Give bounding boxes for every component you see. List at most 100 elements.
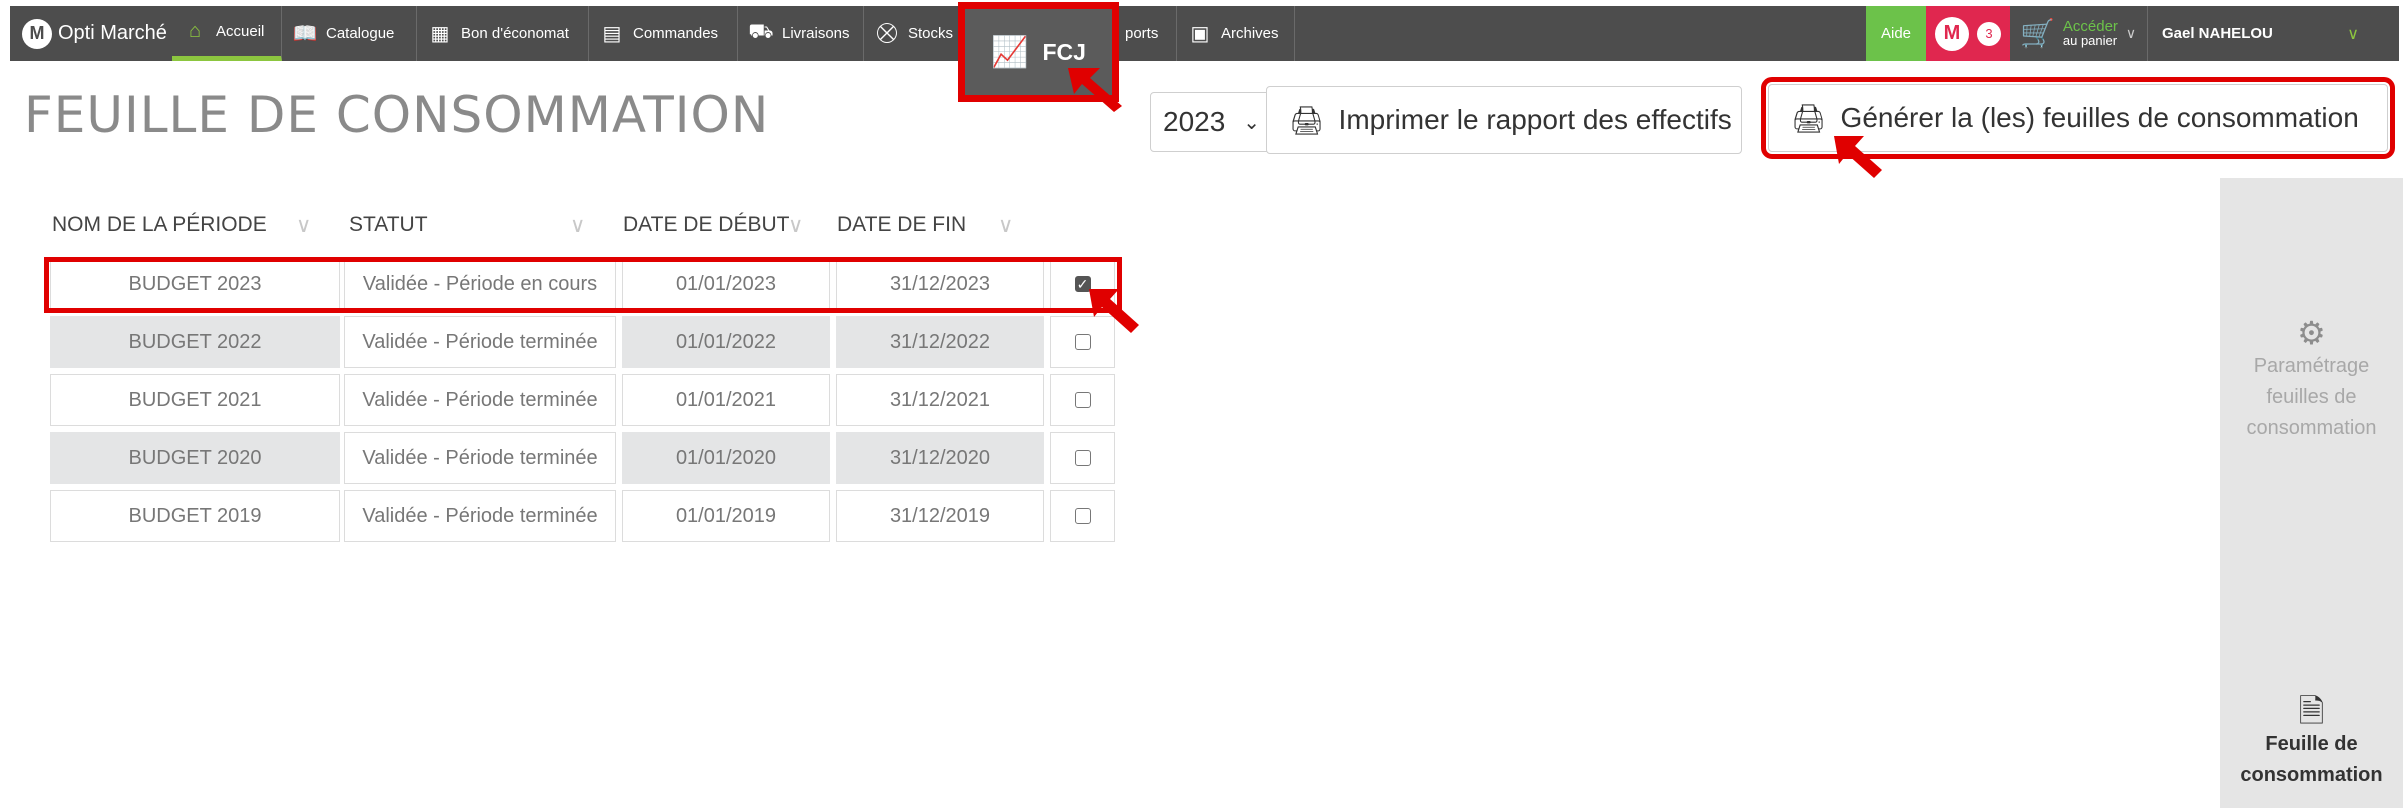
row-checkbox[interactable] (1074, 334, 1091, 350)
feuille-label-line1: Feuille de (2265, 733, 2358, 755)
row-checkbox[interactable] (1074, 508, 1091, 524)
nav-item-livraisons[interactable]: ⛟ Livraisons (738, 6, 864, 61)
chevron-down-icon: ∨ (2347, 25, 2359, 43)
column-header-label: DATE DE FIN (837, 213, 967, 236)
sort-icon[interactable]: ∨ (570, 210, 585, 240)
column-header-end-date[interactable]: DATE DE FIN (837, 210, 966, 240)
table-row[interactable]: BUDGET 2020 Validée - Période terminée 0… (50, 432, 1115, 484)
row-checkbox[interactable] (1074, 450, 1091, 466)
page-title: FEUILLE DE CONSOMMATION (24, 86, 770, 144)
row-checkbox[interactable] (1074, 392, 1091, 408)
right-side-panel: ⚙ Paramétrage feuilles de consommation 🗎… (2220, 178, 2403, 808)
opti-marche-logo-icon: M (22, 18, 52, 49)
start-date-cell: 01/01/2023 (622, 258, 830, 310)
row-select-cell (1050, 490, 1115, 542)
annotation-arrow-icon (1834, 136, 1882, 178)
nav-item-catalogue[interactable]: 📖 Catalogue (282, 6, 417, 61)
annotation-arrow-icon (1068, 68, 1122, 112)
end-date-cell: 31/12/2023 (836, 258, 1044, 310)
nav-item-label: Archives (1221, 25, 1279, 42)
cart-label-line2: au panier (2062, 32, 2118, 48)
home-icon: ⌂ (188, 19, 202, 42)
cabinet-icon: ▦ (430, 23, 450, 45)
nav-item-commandes[interactable]: ▤ Commandes (589, 6, 738, 61)
chart-document-icon: 📈 (991, 35, 1029, 69)
sort-icon[interactable]: ∨ (788, 210, 803, 240)
column-header-start-date[interactable]: DATE DE DÉBUT (623, 210, 789, 240)
period-name-cell: BUDGET 2022 (50, 316, 340, 368)
table-row[interactable]: BUDGET 2021 Validée - Période terminée 0… (50, 374, 1115, 426)
notification-logo-icon: M (1935, 16, 1969, 51)
settings-label-line1: Paramétrage (2253, 355, 2370, 377)
table-row[interactable]: BUDGET 2019 Validée - Période terminée 0… (50, 490, 1115, 542)
year-select[interactable]: 2023 ⌄ (1150, 92, 1272, 152)
status-cell: Validée - Période terminée (344, 316, 616, 368)
sort-icon[interactable]: ∨ (296, 210, 311, 240)
status-cell: Validée - Période terminée (344, 374, 616, 426)
period-name-cell: BUDGET 2019 (50, 490, 340, 542)
book-icon: 📖 (292, 23, 318, 45)
notifications-button[interactable]: M 3 (1926, 6, 2010, 61)
period-name-cell: BUDGET 2020 (50, 432, 340, 484)
user-name: Gael NAHELOU (2162, 25, 2273, 42)
user-menu[interactable]: Gael NAHELOU ∨ (2147, 6, 2399, 61)
year-selected-value: 2023 (1163, 106, 1226, 137)
help-button[interactable]: Aide (1866, 6, 1926, 61)
settings-label-line2: feuilles de (2266, 386, 2357, 408)
nav-item-label: Catalogue (326, 25, 395, 42)
column-header-label: DATE DE DÉBUT (623, 213, 790, 236)
forklift-icon: ⛒ (876, 22, 898, 44)
column-header-period-name[interactable]: NOM DE LA PÉRIODE (52, 210, 267, 240)
period-name-cell: BUDGET 2023 (50, 258, 340, 310)
start-date-cell: 01/01/2022 (622, 316, 830, 368)
settings-label-line3: consommation (2246, 417, 2377, 439)
nav-item-label: Livraisons (782, 25, 850, 42)
start-date-cell: 01/01/2019 (622, 490, 830, 542)
notification-count-badge: 3 (1977, 21, 2001, 46)
consumption-sheet-link[interactable]: 🗎 Feuille de consommation (2220, 693, 2403, 791)
nav-item-label: Bon d'économat (461, 25, 569, 42)
nav-item-archives[interactable]: ▣ Archives (1177, 6, 1295, 61)
chevron-down-icon: ∨ (2125, 25, 2137, 41)
start-date-cell: 01/01/2021 (622, 374, 830, 426)
nav-item-accueil[interactable]: ⌂ Accueil (172, 6, 282, 61)
nav-item-label: ports (1125, 25, 1159, 42)
column-header-status[interactable]: STATUT (349, 210, 428, 240)
brand-logo[interactable]: M Opti Marché (10, 6, 172, 61)
sort-icon[interactable]: ∨ (998, 210, 1013, 240)
table-row[interactable]: BUDGET 2023 Validée - Période en cours 0… (50, 258, 1115, 310)
table-row[interactable]: BUDGET 2022 Validée - Période terminée 0… (50, 316, 1115, 368)
annotation-arrow-icon (1089, 289, 1139, 333)
printer-icon: 🖨 (1289, 104, 1325, 136)
end-date-cell: 31/12/2019 (836, 490, 1044, 542)
nav-item-rapports[interactable]: ports (1115, 6, 1177, 61)
start-date-cell: 01/01/2020 (622, 432, 830, 484)
clipboard-icon: ▤ (602, 23, 622, 45)
cart-icon: 🛒 (2020, 18, 2055, 49)
truck-icon: ⛟ (748, 21, 774, 43)
status-cell: Validée - Période terminée (344, 490, 616, 542)
row-select-cell (1050, 432, 1115, 484)
nav-item-label: Commandes (633, 25, 719, 42)
column-header-label: NOM DE LA PÉRIODE (52, 213, 267, 236)
status-cell: Validée - Période terminée (344, 432, 616, 484)
nav-item-bon-economat[interactable]: ▦ Bon d'économat (417, 6, 589, 61)
feuille-label-line2: consommation (2240, 764, 2383, 786)
cart-button[interactable]: 🛒 Accéder au panier ∨ (2020, 6, 2145, 61)
help-label: Aide (1880, 25, 1912, 42)
nav-item-label: Stocks (908, 25, 954, 42)
archive-icon: ▣ (1190, 23, 1210, 45)
end-date-cell: 31/12/2021 (836, 374, 1044, 426)
gear-icon: ⚙ (2297, 315, 2326, 351)
end-date-cell: 31/12/2022 (836, 316, 1044, 368)
consumption-sheet-settings-link[interactable]: ⚙ Paramétrage feuilles de consommation (2220, 315, 2403, 444)
print-headcount-report-button[interactable]: 🖨 Imprimer le rapport des effectifs (1266, 86, 1742, 154)
column-header-label: STATUT (349, 213, 428, 236)
generate-button-label: Générer la (les) feuilles de consommatio… (1840, 102, 2359, 133)
cart-label-line1: Accéder (2062, 17, 2118, 35)
nav-item-stocks[interactable]: ⛒ Stocks (864, 6, 972, 61)
document-icon: 🗎 (2298, 693, 2325, 729)
period-name-cell: BUDGET 2021 (50, 374, 340, 426)
row-select-cell (1050, 374, 1115, 426)
print-button-label: Imprimer le rapport des effectifs (1338, 104, 1732, 135)
